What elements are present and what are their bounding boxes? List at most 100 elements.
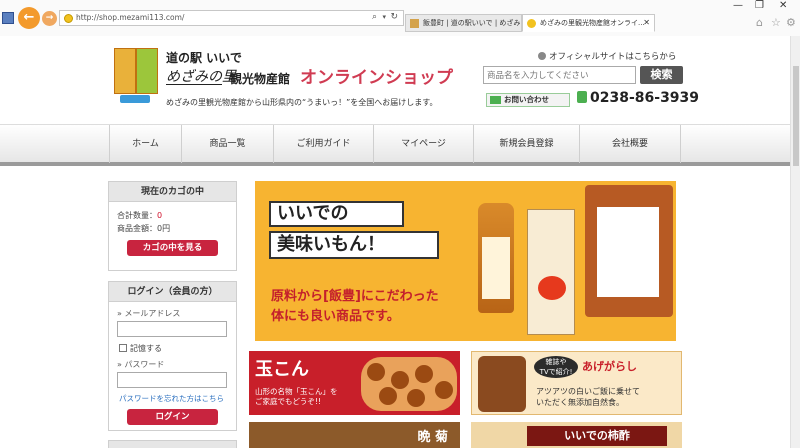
banner-catch-1: いいでの: [269, 201, 404, 227]
phone-number: 0238-86-3939: [577, 90, 699, 106]
minimize-button[interactable]: —: [733, 0, 743, 11]
sidebar-next-box: [108, 440, 237, 448]
favicon-icon: [64, 14, 73, 23]
promo-kakisu-title: いいでの柿酢: [527, 426, 667, 446]
remember-checkbox[interactable]: [119, 344, 127, 352]
tab-mezami[interactable]: めざみの里観光物産館オンライ... ✕: [522, 14, 655, 32]
official-site-link[interactable]: オフィシャルサイトはこちらから: [538, 50, 676, 62]
promo-tamakon-desc: 山形の名物「玉こん」を ご家庭でもどうぞ!!: [255, 387, 338, 407]
email-field[interactable]: [117, 321, 227, 337]
login-title: ログイン（会員の方）: [109, 282, 236, 302]
search-button[interactable]: 検索: [640, 66, 683, 84]
banner-desc-1: 原料から[飯豊]にこだわった: [271, 289, 439, 304]
favorites-icon[interactable]: ☆: [771, 16, 781, 29]
cart-box: 現在のカゴの中 合計数量：0 商品金額：0円 カゴの中を見る: [108, 181, 237, 271]
promo-tamakon[interactable]: 玉こん 山形の名物「玉こん」を ご家庭でもどうぞ!!: [249, 351, 460, 415]
tab-iide[interactable]: 飯豊町 | 道の駅いいで | めざみの...: [405, 14, 522, 32]
contact-button[interactable]: お問い合わせ: [486, 93, 570, 107]
shop-title: オンラインショップ: [300, 68, 453, 88]
promo-agegarashi-desc: アツアツの白いご飯に乗せて いただく無添加自然食。: [536, 386, 640, 408]
email-label: » メールアドレス: [117, 309, 181, 318]
cart-count-label: 合計数量：: [117, 211, 157, 220]
cart-count: 合計数量：0: [117, 210, 162, 221]
tamakon-ball: [435, 381, 453, 399]
tamakon-ball: [391, 371, 409, 389]
search-input[interactable]: [483, 66, 636, 84]
banner-catch-2: 美味いもん！: [269, 231, 439, 259]
nav-item-products[interactable]: 商品一覧: [181, 125, 273, 163]
cart-title: 現在のカゴの中: [109, 182, 236, 202]
promo-agegarashi-title: あげがらし: [582, 360, 637, 373]
tab-favicon-icon: [410, 19, 419, 28]
phone-label: 0238-86-3939: [590, 90, 700, 106]
password-label: » パスワード: [117, 360, 165, 369]
login-box: ログイン（会員の方） » メールアドレス 記憶する » パスワード パスワードを…: [108, 281, 237, 431]
remember-label: 記憶する: [130, 344, 162, 353]
refresh-icon[interactable]: ↻: [390, 12, 398, 22]
cart-count-value: 0: [157, 211, 163, 220]
close-tab-icon[interactable]: ✕: [643, 15, 650, 31]
tamakon-ball: [407, 389, 425, 407]
site-logo[interactable]: [114, 48, 158, 104]
cart-amount: 商品金額：0円: [117, 224, 171, 233]
forward-icon[interactable]: →: [42, 11, 57, 26]
promo-kakisu[interactable]: いいでの柿酢: [471, 422, 682, 448]
site-name: 道の駅 いいで: [166, 51, 242, 65]
address-bar[interactable]: http://shop.mezami113.com/ ⌕ ▾ ↻: [59, 10, 404, 26]
bag-label: [597, 207, 659, 297]
promo-agegarashi[interactable]: 雑誌や TVで紹介! あげがらし アツアツの白いご飯に乗せて いただく無添加自然食。: [471, 351, 682, 415]
tamakon-ball: [415, 365, 433, 383]
bottle-label: [482, 237, 510, 299]
tamakon-image: [361, 357, 457, 411]
promo-agegarashi-desc-2: いただく無添加自然食。: [536, 398, 624, 407]
gear-icon[interactable]: ⚙: [786, 16, 796, 29]
mail-icon: [490, 96, 501, 104]
tagline: めざみの里観光物産館から山形県内の“うまいっ！”を全国へお届けします。: [166, 98, 438, 107]
address-url: http://shop.mezami113.com/: [76, 13, 185, 22]
nav-item-guide[interactable]: ご利用ガイド: [273, 125, 373, 163]
global-nav: ホーム 商品一覧 ご利用ガイド マイページ 新規会員登録 会社概要: [0, 124, 790, 166]
tamakon-ball: [379, 387, 397, 405]
view-cart-button[interactable]: カゴの中を見る: [127, 240, 218, 256]
site-subtitle: 観光物産館: [230, 72, 291, 86]
nav-item-mypage[interactable]: マイページ: [373, 125, 473, 163]
logo-label: [120, 95, 150, 103]
promo-tamakon-desc-1: 山形の名物「玉こん」を: [255, 387, 338, 396]
maximize-button[interactable]: ❐: [755, 0, 764, 11]
chevron-down-icon[interactable]: ▾: [382, 13, 386, 21]
logo-mascot-right: [136, 48, 158, 94]
nav-item-company[interactable]: 会社概要: [579, 125, 681, 163]
nav-item-register[interactable]: 新規会員登録: [473, 125, 579, 163]
site-brand: めざみの里: [166, 69, 236, 85]
search-icon[interactable]: ⌕: [372, 12, 377, 22]
tamakon-ball: [367, 363, 385, 381]
tab-label: 飯豊町 | 道の駅いいで | めざみの...: [423, 19, 521, 27]
tv-badge: 雑誌や TVで紹介!: [534, 356, 578, 378]
tv-badge-line-2: TVで紹介!: [539, 368, 573, 376]
scrollbar[interactable]: [790, 36, 800, 448]
close-window-button[interactable]: ✕: [779, 0, 787, 11]
promo-agegarashi-desc-1: アツアツの白いご飯に乗せて: [536, 387, 640, 396]
product-bottle-image: [478, 203, 514, 313]
scrollbar-thumb[interactable]: [793, 66, 799, 166]
promo-bangiku[interactable]: 晩 菊: [249, 422, 460, 448]
agegarashi-jar-image: [478, 356, 526, 412]
login-button[interactable]: ログイン: [127, 409, 218, 425]
logo-mascot-left: [114, 48, 136, 94]
bullet-icon: [538, 52, 546, 60]
browser-chrome: ← → http://shop.mezami113.com/ ⌕ ▾ ↻ 飯豊町…: [0, 0, 800, 36]
tab-favicon-icon: [527, 19, 536, 28]
promo-tamakon-title: 玉こん: [255, 359, 309, 380]
tv-badge-line-1: 雑誌や: [545, 358, 567, 366]
page-icon: [2, 12, 14, 24]
official-site-label: オフィシャルサイトはこちらから: [549, 52, 677, 62]
nav-item-home[interactable]: ホーム: [109, 125, 181, 163]
forgot-password-link[interactable]: パスワードを忘れた方はこちら: [119, 393, 224, 404]
back-icon[interactable]: ←: [18, 7, 40, 29]
tab-label: めざみの里観光物産館オンライ...: [540, 19, 645, 27]
promo-bangiku-title: 晩 菊: [417, 430, 448, 445]
home-icon[interactable]: ⌂: [756, 16, 763, 29]
product-bag-image: [585, 185, 673, 317]
main-banner[interactable]: いいでの 美味いもん！ 原料から[飯豊]にこだわった 体にも良い商品です。: [255, 181, 676, 341]
password-field[interactable]: [117, 372, 227, 388]
